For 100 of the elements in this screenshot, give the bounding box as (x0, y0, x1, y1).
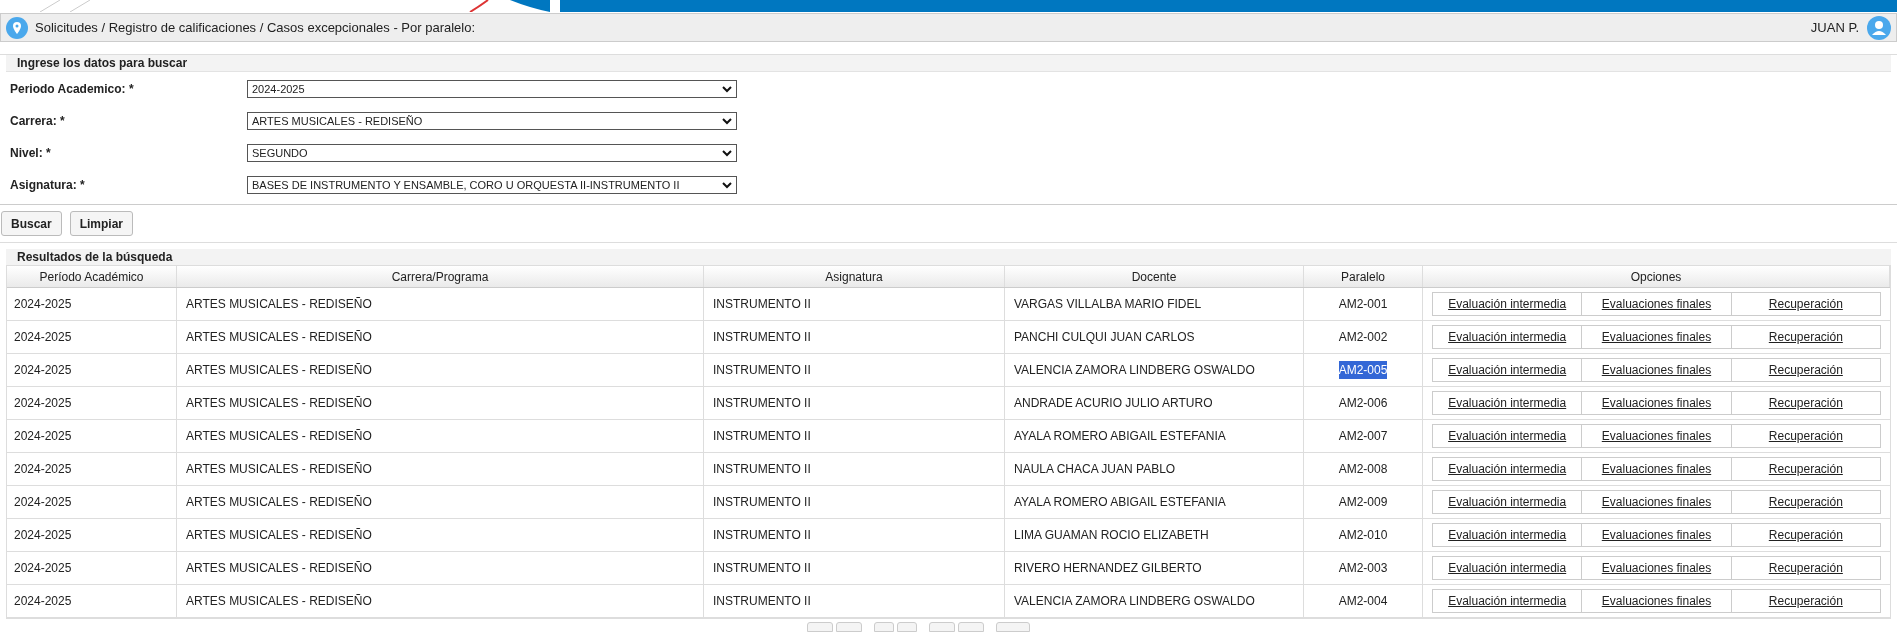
option-link[interactable]: Evaluación intermedia (1448, 592, 1567, 610)
field-label: Asignatura: * (10, 177, 86, 194)
option-link[interactable]: Evaluaciones finales (1601, 328, 1712, 346)
option-link[interactable]: Recuperación (1768, 361, 1843, 379)
pagination-button[interactable] (958, 622, 984, 632)
option-link[interactable]: Recuperación (1768, 394, 1843, 412)
table-cell-text: 2024-2025 (14, 395, 72, 412)
table-cell-text: AM2-006 (1338, 395, 1388, 412)
pagination-button[interactable] (836, 622, 862, 632)
option-link[interactable]: Evaluación intermedia (1448, 460, 1567, 478)
column-header: Período Académico (39, 268, 144, 286)
table-cell-text: VALENCIA ZAMORA LINDBERG OSWALDO (1014, 593, 1255, 610)
action-button[interactable]: Limpiar (69, 211, 134, 236)
table-cell-text: AM2-009 (1338, 494, 1388, 511)
table-cell-text: INSTRUMENTO II (713, 395, 811, 412)
table-cell-text: ARTES MUSICALES - REDISEÑO (186, 395, 372, 412)
table-cell-text: ARTES MUSICALES - REDISEÑO (186, 593, 372, 610)
option-link[interactable]: Evaluación intermedia (1448, 526, 1567, 544)
section-header: Resultados de la búsqueda (6, 249, 1891, 265)
table-cell-text: NAULA CHACA JUAN PABLO (1014, 461, 1176, 478)
column-header: Docente (1131, 268, 1177, 286)
pagination-button[interactable] (897, 622, 917, 632)
field-label: Nivel: * (10, 145, 52, 162)
option-link[interactable]: Evaluación intermedia (1448, 493, 1567, 511)
option-link[interactable]: Recuperación (1768, 526, 1843, 544)
table-cell-text: 2024-2025 (14, 593, 72, 610)
option-link[interactable]: Evaluaciones finales (1601, 592, 1712, 610)
table-cell-text: 2024-2025 (14, 428, 72, 445)
table-cell-text: 2024-2025 (14, 527, 72, 544)
table-cell-text: INSTRUMENTO II (713, 527, 811, 544)
option-link[interactable]: Evaluación intermedia (1448, 427, 1567, 445)
option-link[interactable]: Recuperación (1768, 460, 1843, 478)
option-link[interactable]: Evaluaciones finales (1601, 460, 1712, 478)
table-cell-text: 2024-2025 (14, 494, 72, 511)
option-link[interactable]: Recuperación (1768, 493, 1843, 511)
option-link[interactable]: Evaluaciones finales (1601, 361, 1712, 379)
user-avatar-icon[interactable] (1867, 15, 1891, 40)
table-cell-text: AYALA ROMERO ABIGAIL ESTEFANIA (1014, 494, 1226, 511)
location-pin-icon (6, 16, 28, 39)
option-link[interactable]: Evaluación intermedia (1448, 328, 1567, 346)
select-field[interactable]: 2024-2025 (247, 80, 737, 98)
table-cell-text: INSTRUMENTO II (713, 428, 811, 445)
option-link[interactable]: Recuperación (1768, 427, 1843, 445)
pagination-button[interactable] (929, 622, 955, 632)
section-header: Ingrese los datos para buscar (6, 55, 1891, 72)
table-cell-text: 2024-2025 (14, 362, 72, 379)
option-link[interactable]: Evaluaciones finales (1601, 295, 1712, 313)
option-link[interactable]: Recuperación (1768, 295, 1843, 313)
table-cell-text: RIVERO HERNANDEZ GILBERTO (1014, 560, 1202, 577)
chevron-down-icon (722, 149, 732, 157)
option-link[interactable]: Evaluaciones finales (1601, 559, 1712, 577)
table-cell: AM2-005 (1338, 361, 1388, 379)
option-link[interactable]: Recuperación (1768, 592, 1843, 610)
table-cell-text: AM2-001 (1338, 296, 1388, 313)
table-cell-text: ARTES MUSICALES - REDISEÑO (186, 560, 372, 577)
action-button[interactable]: Buscar (1, 211, 62, 236)
option-link[interactable]: Evaluaciones finales (1601, 427, 1712, 445)
table-cell-text: ARTES MUSICALES - REDISEÑO (186, 362, 372, 379)
chevron-down-icon (722, 117, 732, 125)
option-link[interactable]: Evaluaciones finales (1601, 493, 1712, 511)
table-cell-text: INSTRUMENTO II (713, 461, 811, 478)
pagination-button[interactable] (874, 622, 894, 632)
user-name: JUAN P. (1810, 18, 1859, 37)
table-cell-text: AYALA ROMERO ABIGAIL ESTEFANIA (1014, 428, 1226, 445)
table-cell-text: VARGAS VILLALBA MARIO FIDEL (1014, 296, 1202, 313)
table-cell-text: 2024-2025 (14, 461, 72, 478)
chevron-down-icon (722, 181, 732, 189)
select-field[interactable]: ARTES MUSICALES - REDISEÑO (247, 112, 737, 130)
column-header: Paralelo (1341, 268, 1385, 286)
table-cell-text: AM2-007 (1338, 428, 1388, 445)
table-cell-text: INSTRUMENTO II (713, 329, 811, 346)
table-cell-text: ARTES MUSICALES - REDISEÑO (186, 494, 372, 511)
table-cell-text: INSTRUMENTO II (713, 362, 811, 379)
column-header: Asignatura (825, 268, 883, 286)
table-cell-text: INSTRUMENTO II (713, 296, 811, 313)
table-cell-text: ARTES MUSICALES - REDISEÑO (186, 428, 372, 445)
table-cell-text: INSTRUMENTO II (713, 560, 811, 577)
table-cell-text: AM2-010 (1338, 527, 1388, 544)
table-cell-text: INSTRUMENTO II (713, 593, 811, 610)
pagination-button[interactable] (996, 622, 1030, 632)
option-link[interactable]: Evaluación intermedia (1448, 394, 1567, 412)
option-link[interactable]: Recuperación (1768, 559, 1843, 577)
table-cell-text: AM2-008 (1338, 461, 1388, 478)
table-cell-text: ANDRADE ACURIO JULIO ARTURO (1014, 395, 1213, 412)
pagination-button[interactable] (807, 622, 833, 632)
option-link[interactable]: Recuperación (1768, 328, 1843, 346)
option-link[interactable]: Evaluaciones finales (1601, 394, 1712, 412)
breadcrumb-text: Solicitudes / Registro de calificaciones / Casos excepcionales - Por paralelo: (35, 18, 476, 37)
option-link[interactable]: Evaluación intermedia (1448, 295, 1567, 313)
option-link[interactable]: Evaluaciones finales (1601, 526, 1712, 544)
table-cell-text: 2024-2025 (14, 329, 72, 346)
option-link[interactable]: Evaluación intermedia (1448, 361, 1567, 379)
table-cell-text: ARTES MUSICALES - REDISEÑO (186, 296, 372, 313)
select-field[interactable]: BASES DE INSTRUMENTO Y ENSAMBLE, CORO U ORQUESTA II-INSTRUMENTO II (247, 176, 737, 194)
select-field[interactable]: SEGUNDO (247, 144, 737, 162)
table-cell-text: INSTRUMENTO II (713, 494, 811, 511)
table-cell-text: LIMA GUAMAN ROCIO ELIZABETH (1014, 527, 1209, 544)
table-cell-text: ARTES MUSICALES - REDISEÑO (186, 461, 372, 478)
option-link[interactable]: Evaluación intermedia (1448, 559, 1567, 577)
table-cell-text: AM2-004 (1338, 593, 1388, 610)
